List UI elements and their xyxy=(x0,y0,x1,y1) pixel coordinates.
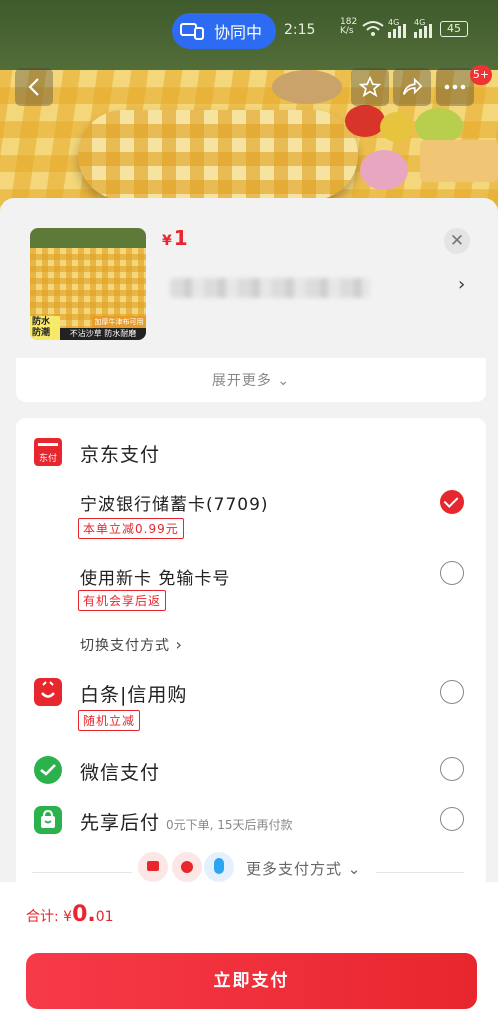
xianxiang-logo xyxy=(34,806,62,834)
option-new-card-tag: 有机会享后返 xyxy=(78,590,167,611)
divider-right xyxy=(376,872,464,873)
total-amount-int: 0. xyxy=(72,902,96,927)
jd-pay-title: 京东支付 xyxy=(80,444,161,466)
chevron-left-icon xyxy=(28,78,39,96)
donut-image xyxy=(360,150,408,190)
expand-more-card[interactable]: 展开更多 ⌄ xyxy=(16,358,486,402)
collab-status-pill[interactable]: 协同中 xyxy=(172,13,276,49)
jd-wallet-mini-icon-mark xyxy=(147,861,159,871)
jd-wallet-mini-icon xyxy=(138,852,168,882)
qq-pay-mini-icon xyxy=(204,852,234,882)
status-bar: 协同中 2:15 182 K/s 4G 4G 45 xyxy=(0,0,498,60)
payment-sheet: 加厚牛津布可用 防水 防潮 不沾沙草 防水耐磨 ¥1 ✕ › 展开更多 ⌄ 东付… xyxy=(0,198,498,1027)
close-button[interactable]: ✕ xyxy=(444,228,470,254)
payment-methods-card: 东付 京东支付 宁波银行储蓄卡(7709) 本单立减0.99元 使用新卡 免输卡… xyxy=(16,418,486,888)
bread-basket-image xyxy=(272,70,342,104)
thumbnail-tag-top: 加厚牛津布可用 xyxy=(92,316,146,328)
total-currency: ¥ xyxy=(63,909,73,925)
total-amount-dec: 01 xyxy=(95,909,114,925)
more-payment-label: 更多支付方式 ⌄ xyxy=(246,858,361,879)
jd-pay-logo-text: 东付 xyxy=(38,454,57,464)
signal-icon-1 xyxy=(388,24,406,38)
chevron-right-small-icon: › xyxy=(175,635,183,654)
checkout-footer: 合计: ¥0.01 立即支付 xyxy=(0,882,498,1027)
radio-wechat[interactable] xyxy=(440,757,464,781)
signal-icon-2 xyxy=(414,24,432,38)
collab-label: 协同中 xyxy=(214,23,263,42)
xianxiang-row[interactable]: 先享后付 0元下单, 15天后再付款 xyxy=(80,808,293,835)
thumbnail-tag-bottom: 不沾沙草 防水耐磨 xyxy=(60,328,146,340)
baitiao-tag: 随机立减 xyxy=(78,710,141,731)
more-payment-methods-row[interactable]: 更多支付方式 ⌄ xyxy=(16,852,486,882)
radio-new-card[interactable] xyxy=(440,561,464,585)
product-thumbnail: 加厚牛津布可用 防水 防潮 不沾沙草 防水耐磨 xyxy=(30,228,146,340)
expand-more-label: 展开更多 ⌄ xyxy=(16,370,486,390)
radio-xianxiang[interactable] xyxy=(440,807,464,831)
product-price: ¥1 xyxy=(162,226,188,250)
blurred-product-title xyxy=(170,278,370,298)
option-ningbo-card-label[interactable]: 宁波银行储蓄卡(7709) xyxy=(80,490,269,515)
share-icon xyxy=(402,77,423,95)
wechat-pay-label[interactable]: 微信支付 xyxy=(80,758,160,785)
total-label: 合计: xyxy=(26,909,59,925)
jd-pay-logo: 东付 xyxy=(34,438,62,466)
devices-icon xyxy=(180,23,204,40)
cake-image xyxy=(420,140,498,182)
more-dots-icon xyxy=(444,84,466,90)
heart-pay-mini-icon-mark xyxy=(181,861,193,873)
price-value: 1 xyxy=(173,226,188,250)
battery-indicator: 45 xyxy=(440,21,468,37)
price-currency: ¥ xyxy=(162,233,172,249)
wechat-check-icon xyxy=(40,764,56,776)
star-icon xyxy=(359,76,381,98)
switch-payment-link[interactable]: 切换支付方式 › xyxy=(80,635,183,655)
back-button[interactable] xyxy=(15,68,53,106)
xianxiang-label: 先享后付 xyxy=(80,812,161,834)
favorite-button[interactable] xyxy=(351,68,389,106)
fruit-image xyxy=(380,112,414,142)
option-new-card-label[interactable]: 使用新卡 免输卡号 xyxy=(80,564,230,589)
qq-pay-mini-icon-mark xyxy=(214,858,224,874)
baitiao-smile-icon xyxy=(41,681,55,698)
switch-payment-label: 切换支付方式 xyxy=(80,638,170,654)
wifi-icon xyxy=(362,21,384,36)
close-icon: ✕ xyxy=(449,231,465,251)
grapes-image xyxy=(415,108,463,144)
radio-baitiao[interactable] xyxy=(440,680,464,704)
more-payment-text: 更多支付方式 xyxy=(246,860,343,878)
share-button[interactable] xyxy=(393,68,431,106)
notification-badge: 5+ xyxy=(470,65,492,85)
radio-ningbo-card[interactable] xyxy=(440,490,464,514)
chevron-right-icon[interactable]: › xyxy=(458,274,465,295)
chevron-down-icon: ⌄ xyxy=(277,373,291,389)
shopping-bag-icon xyxy=(41,809,55,828)
apple-image xyxy=(345,105,385,137)
baitiao-label[interactable]: 白条|信用购 xyxy=(80,680,187,707)
blanket-roll-image xyxy=(78,110,358,200)
net-speed: 182 K/s xyxy=(340,17,358,36)
heart-pay-mini-icon xyxy=(172,852,202,882)
wechat-pay-logo xyxy=(34,756,62,784)
expand-more-text: 展开更多 xyxy=(211,373,272,389)
xianxiang-note: 0元下单, 15天后再付款 xyxy=(166,818,293,832)
option-ningbo-card-tag: 本单立减0.99元 xyxy=(78,518,184,539)
jd-pay-logo-stripe xyxy=(38,443,58,446)
order-total: 合计: ¥0.01 xyxy=(26,902,114,927)
more-menu-button[interactable] xyxy=(436,68,474,106)
baitiao-logo xyxy=(34,678,62,706)
divider-left xyxy=(32,872,132,873)
pay-now-button[interactable]: 立即支付 xyxy=(26,953,477,1009)
clock: 2:15 xyxy=(284,22,316,38)
thumbnail-tag-waterproof: 防水 防潮 xyxy=(30,316,60,340)
chevron-down-small-icon: ⌄ xyxy=(347,860,362,878)
